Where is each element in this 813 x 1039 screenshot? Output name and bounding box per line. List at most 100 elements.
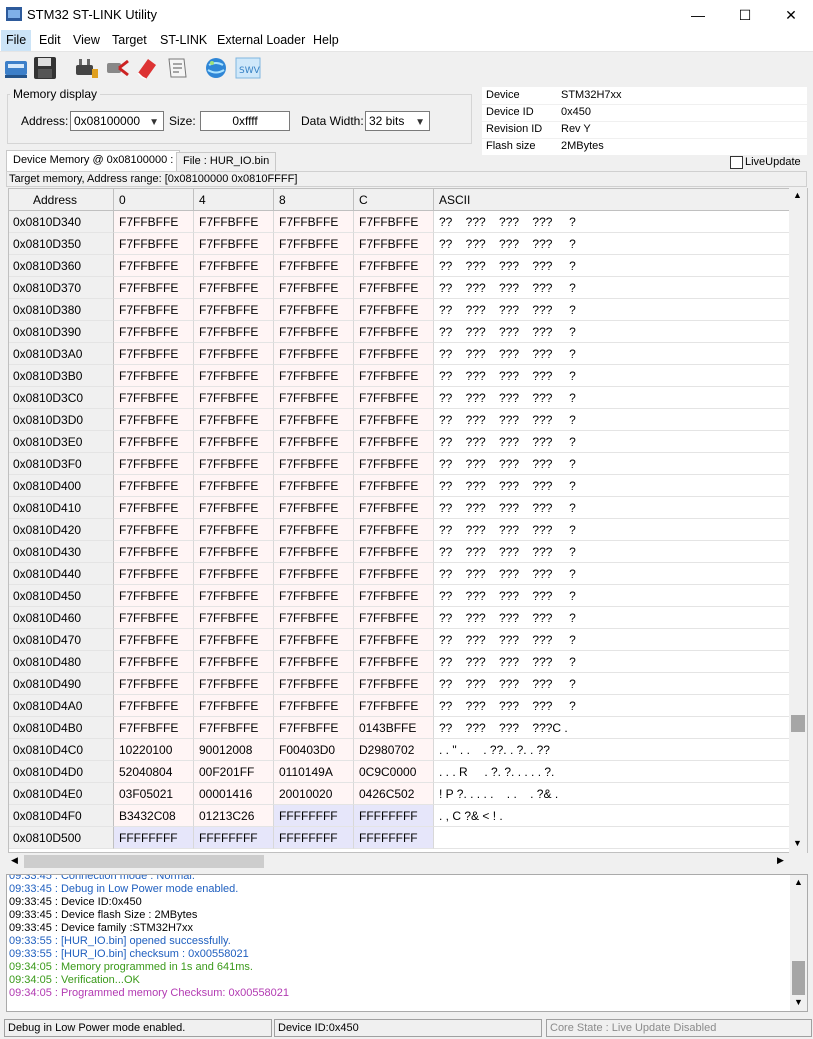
data-cell[interactable]: F7FFBFFE	[114, 563, 194, 585]
data-cell[interactable]: F7FFBFFE	[194, 629, 274, 651]
data-cell[interactable]: F7FFBFFE	[194, 651, 274, 673]
data-cell[interactable]: F7FFBFFE	[114, 343, 194, 365]
data-cell[interactable]: F7FFBFFE	[274, 299, 354, 321]
data-cell[interactable]: F7FFBFFE	[194, 277, 274, 299]
data-cell[interactable]: FFFFFFFF	[194, 827, 274, 849]
data-cell[interactable]: FFFFFFFF	[274, 805, 354, 827]
data-cell[interactable]: F7FFBFFE	[114, 277, 194, 299]
data-cell[interactable]: F7FFBFFE	[194, 211, 274, 233]
data-cell[interactable]: F7FFBFFE	[114, 453, 194, 475]
data-cell[interactable]: F7FFBFFE	[354, 475, 434, 497]
data-cell[interactable]: F7FFBFFE	[354, 387, 434, 409]
data-cell[interactable]: F7FFBFFE	[354, 519, 434, 541]
data-cell[interactable]: F7FFBFFE	[274, 717, 354, 739]
data-cell[interactable]: F7FFBFFE	[274, 431, 354, 453]
data-cell[interactable]: F7FFBFFE	[274, 365, 354, 387]
data-cell[interactable]: F7FFBFFE	[274, 475, 354, 497]
data-cell[interactable]: F7FFBFFE	[114, 431, 194, 453]
grid-horizontal-scrollbar[interactable]: ◀ ▶	[8, 853, 790, 870]
data-cell[interactable]: F7FFBFFE	[194, 431, 274, 453]
data-cell[interactable]: F7FFBFFE	[114, 255, 194, 277]
data-cell[interactable]: FFFFFFFF	[114, 827, 194, 849]
scroll-down-icon[interactable]: ▼	[793, 838, 802, 848]
data-cell[interactable]: F7FFBFFE	[354, 607, 434, 629]
data-cell[interactable]: F7FFBFFE	[114, 299, 194, 321]
data-cell[interactable]: F7FFBFFE	[114, 541, 194, 563]
data-cell[interactable]: 10220100	[114, 739, 194, 761]
data-cell[interactable]: F7FFBFFE	[274, 233, 354, 255]
data-cell[interactable]: F7FFBFFE	[354, 695, 434, 717]
data-cell[interactable]: F7FFBFFE	[114, 409, 194, 431]
data-cell[interactable]: F7FFBFFE	[354, 343, 434, 365]
data-cell[interactable]: F7FFBFFE	[354, 629, 434, 651]
connect-plug-icon[interactable]	[73, 55, 99, 81]
data-cell[interactable]: F7FFBFFE	[114, 321, 194, 343]
verify-globe-icon[interactable]	[203, 55, 229, 81]
data-cell[interactable]: F7FFBFFE	[194, 475, 274, 497]
data-cell[interactable]: 03F05021	[114, 783, 194, 805]
menu-help[interactable]: Help	[308, 30, 344, 51]
data-cell[interactable]: FFFFFFFF	[354, 827, 434, 849]
data-cell[interactable]: F7FFBFFE	[194, 321, 274, 343]
data-cell[interactable]: F7FFBFFE	[114, 717, 194, 739]
data-cell[interactable]: 0110149A	[274, 761, 354, 783]
data-cell[interactable]: F7FFBFFE	[114, 365, 194, 387]
column-header-0[interactable]: 0	[114, 189, 194, 211]
data-cell[interactable]: F7FFBFFE	[354, 409, 434, 431]
data-cell[interactable]: F7FFBFFE	[274, 453, 354, 475]
menu-target[interactable]: Target	[107, 30, 152, 51]
data-cell[interactable]: F7FFBFFE	[194, 541, 274, 563]
data-cell[interactable]: F7FFBFFE	[114, 651, 194, 673]
data-cell[interactable]: F7FFBFFE	[354, 299, 434, 321]
data-cell[interactable]: F7FFBFFE	[194, 299, 274, 321]
menu-edit[interactable]: Edit	[34, 30, 66, 51]
data-cell[interactable]: F7FFBFFE	[194, 255, 274, 277]
data-cell[interactable]: F7FFBFFE	[354, 321, 434, 343]
column-header-c[interactable]: C	[354, 189, 434, 211]
data-cell[interactable]: F7FFBFFE	[274, 321, 354, 343]
tab-device-memory[interactable]: Device Memory @ 0x08100000 :	[6, 150, 181, 172]
maximize-button[interactable]: ☐	[722, 0, 768, 30]
data-cell[interactable]: 00F201FF	[194, 761, 274, 783]
menu-external-loader[interactable]: External Loader	[212, 30, 310, 51]
data-cell[interactable]: F7FFBFFE	[114, 519, 194, 541]
scroll-right-icon[interactable]: ▶	[777, 855, 784, 866]
data-cell[interactable]: 0426C502	[354, 783, 434, 805]
data-cell[interactable]: 0143BFFE	[354, 717, 434, 739]
swv-icon[interactable]: SWV	[235, 55, 261, 81]
data-cell[interactable]: F7FFBFFE	[194, 497, 274, 519]
data-cell[interactable]: F7FFBFFE	[274, 629, 354, 651]
scroll-thumb[interactable]	[24, 855, 264, 868]
data-cell[interactable]: F7FFBFFE	[274, 519, 354, 541]
data-cell[interactable]: F7FFBFFE	[194, 409, 274, 431]
data-cell[interactable]: F7FFBFFE	[354, 563, 434, 585]
data-cell[interactable]: F7FFBFFE	[194, 717, 274, 739]
liveupdate-checkbox[interactable]	[730, 156, 743, 169]
data-cell[interactable]: B3432C08	[114, 805, 194, 827]
data-cell[interactable]: F7FFBFFE	[274, 651, 354, 673]
data-cell[interactable]: F7FFBFFE	[274, 255, 354, 277]
data-cell[interactable]: F7FFBFFE	[194, 607, 274, 629]
scroll-thumb[interactable]	[791, 715, 805, 732]
data-cell[interactable]: F7FFBFFE	[274, 695, 354, 717]
data-cell[interactable]: F7FFBFFE	[354, 497, 434, 519]
data-cell[interactable]: F7FFBFFE	[354, 277, 434, 299]
data-cell[interactable]: F7FFBFFE	[194, 673, 274, 695]
data-cell[interactable]: F7FFBFFE	[194, 695, 274, 717]
data-cell[interactable]: F7FFBFFE	[274, 673, 354, 695]
address-combo[interactable]: 0x08100000 ▼	[70, 111, 164, 131]
data-cell[interactable]: FFFFFFFF	[354, 805, 434, 827]
data-cell[interactable]: F7FFBFFE	[114, 387, 194, 409]
data-cell[interactable]: F7FFBFFE	[274, 277, 354, 299]
data-cell[interactable]: F7FFBFFE	[194, 519, 274, 541]
scroll-up-icon[interactable]: ▲	[794, 877, 803, 887]
scroll-down-icon[interactable]: ▼	[794, 997, 803, 1007]
data-cell[interactable]: D2980702	[354, 739, 434, 761]
data-cell[interactable]: F7FFBFFE	[274, 541, 354, 563]
data-width-combo[interactable]: 32 bits ▼	[365, 111, 430, 131]
erase-icon[interactable]	[134, 55, 160, 81]
data-cell[interactable]: F7FFBFFE	[194, 585, 274, 607]
program-icon[interactable]	[164, 55, 190, 81]
data-cell[interactable]: F7FFBFFE	[354, 431, 434, 453]
data-cell[interactable]: 0C9C0000	[354, 761, 434, 783]
